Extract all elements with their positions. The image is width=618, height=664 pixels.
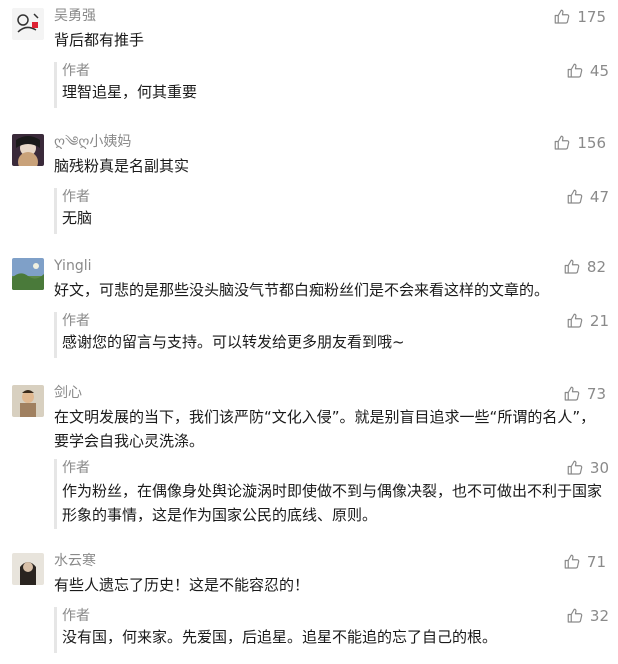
comment-text: 好文，可悲的是那些没头脑没气节都白痴粉丝们是不会来看这样的文章的。 xyxy=(54,281,550,299)
like-count: 156 xyxy=(577,134,606,152)
reply-like-button[interactable]: 32 xyxy=(566,607,609,625)
avatar[interactable] xyxy=(12,8,44,40)
reply-text: 感谢您的留言与支持。可以转发给更多朋友看到哦~ xyxy=(62,333,405,351)
reply-text: 无脑 xyxy=(62,209,93,227)
thumbs-up-icon xyxy=(564,259,580,274)
reply-text: 理智追星，何其重要 xyxy=(62,83,198,101)
reply-like-button[interactable]: 45 xyxy=(566,62,609,80)
reply-text: 作为粉丝，在偶像身处舆论漩涡时即使做不到与偶像决裂，也不可做出不利于国家形象的事… xyxy=(62,482,603,524)
comment-text: 脑残粉真是名副其实 xyxy=(54,157,190,175)
like-count: 71 xyxy=(586,553,606,571)
avatar[interactable] xyxy=(12,134,44,166)
like-count: 82 xyxy=(586,258,606,276)
like-button[interactable]: 175 xyxy=(553,8,606,26)
reply-author: 作者 xyxy=(62,63,90,79)
like-count: 32 xyxy=(589,607,609,625)
like-count: 45 xyxy=(589,62,609,80)
thumbs-up-icon xyxy=(567,63,583,78)
author-reply: 作者 没有国，何来家。先爱国，后追星。追星不能追的忘了自己的根。 32 xyxy=(54,607,609,653)
like-button[interactable]: 82 xyxy=(563,258,606,276)
avatar[interactable] xyxy=(12,258,44,290)
reply-like-button[interactable]: 30 xyxy=(566,459,609,477)
thumbs-up-icon xyxy=(555,9,570,24)
reply-like-button[interactable]: 21 xyxy=(566,312,609,330)
reply-text: 没有国，何来家。先爱国，后追星。追星不能追的忘了自己的根。 xyxy=(62,628,498,646)
avatar[interactable] xyxy=(12,385,44,417)
thumbs-up-icon xyxy=(555,135,570,150)
thumbs-up-icon xyxy=(567,608,583,623)
reply-author: 作者 xyxy=(62,460,90,476)
like-count: 175 xyxy=(577,8,606,26)
author-reply: 作者 理智追星，何其重要 45 xyxy=(54,62,609,108)
author-reply: 作者 感谢您的留言与支持。可以转发给更多朋友看到哦~ 21 xyxy=(54,312,609,358)
comment-username[interactable]: 剑心 xyxy=(54,384,82,402)
author-reply: 作者 无脑 47 xyxy=(54,188,609,234)
reply-like-button[interactable]: 47 xyxy=(566,188,609,206)
thumbs-up-icon xyxy=(564,386,580,401)
comment-username[interactable]: Yingli xyxy=(54,257,91,275)
comment-username[interactable]: 水云寒 xyxy=(54,552,96,570)
like-count: 21 xyxy=(589,312,609,330)
like-count: 30 xyxy=(589,459,609,477)
like-count: 73 xyxy=(586,385,606,403)
reply-author: 作者 xyxy=(62,608,90,624)
thumbs-up-icon xyxy=(567,313,583,328)
like-button[interactable]: 73 xyxy=(563,385,606,403)
comment-username[interactable]: 吴勇强 xyxy=(54,7,96,25)
like-button[interactable]: 156 xyxy=(553,134,606,152)
thumbs-up-icon xyxy=(567,189,583,204)
author-reply: 作者 作为粉丝，在偶像身处舆论漩涡时即使做不到与偶像决裂，也不可做出不利于国家形… xyxy=(54,459,609,529)
reply-author: 作者 xyxy=(62,189,90,205)
like-count: 47 xyxy=(589,188,609,206)
comment-text: 在文明发展的当下，我们该严防“文化入侵”。就是别盲目追求一些“所谓的名人”，要学… xyxy=(54,408,596,450)
like-button[interactable]: 71 xyxy=(563,553,606,571)
reply-author: 作者 xyxy=(62,313,90,329)
comment-username[interactable]: ღ༄ღ小姨妈 xyxy=(54,133,131,151)
comment-text: 背后都有推手 xyxy=(54,31,145,49)
thumbs-up-icon xyxy=(567,460,583,475)
comment-text: 有些人遗忘了历史！这是不能容忍的！ xyxy=(54,576,310,594)
avatar[interactable] xyxy=(12,553,44,585)
thumbs-up-icon xyxy=(564,554,580,569)
